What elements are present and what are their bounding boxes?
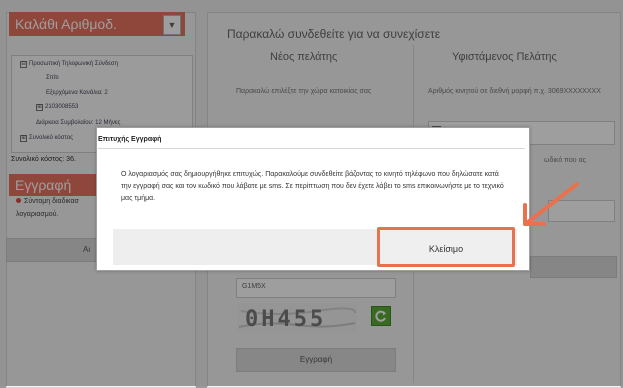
arrow-icon <box>523 182 579 226</box>
page-background: Καλάθι Αριθμοδ. ▼ ⊟ Προσωπική Τηλεφωνική … <box>0 0 623 388</box>
annotation-overlay <box>523 182 579 226</box>
